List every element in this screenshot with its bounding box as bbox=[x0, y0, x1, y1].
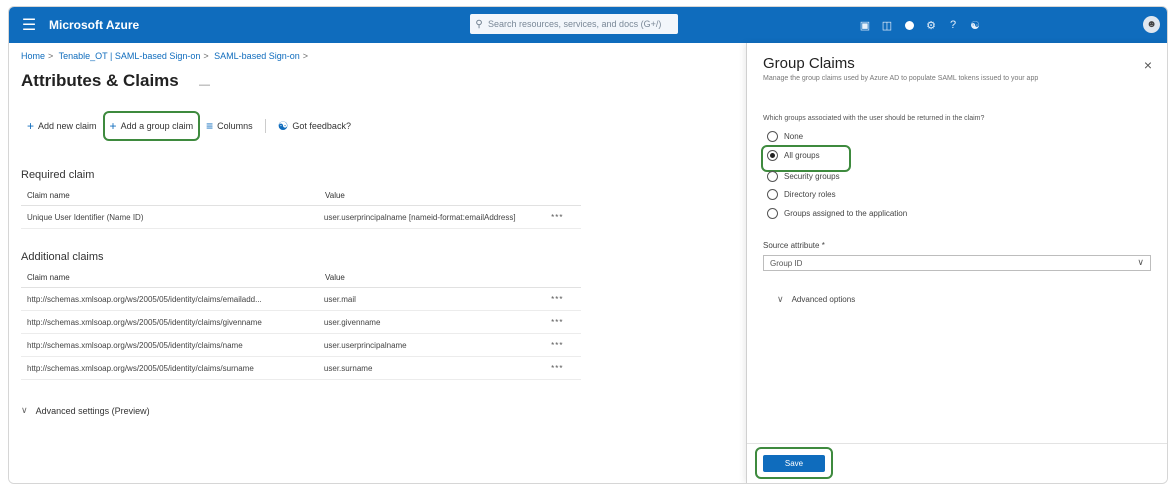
top-icon-group: ▣ ◫ ⚙ ? ☯ bbox=[854, 7, 986, 43]
panel-title: Group Claims bbox=[763, 55, 855, 72]
table-row[interactable]: http://schemas.xmlsoap.org/ws/2005/05/id… bbox=[21, 311, 581, 334]
radio-label: Groups assigned to the application bbox=[784, 209, 908, 218]
value-header: Value bbox=[325, 190, 345, 200]
columns-icon: ≡ bbox=[206, 119, 214, 133]
source-attribute-label: Source attribute * bbox=[763, 241, 825, 250]
feedback-icon[interactable]: ☯ bbox=[964, 7, 986, 43]
breadcrumb-sso[interactable]: SAML-based Sign-on bbox=[214, 51, 300, 61]
directory-filter-icon[interactable]: ◫ bbox=[876, 7, 898, 43]
cloud-shell-icon[interactable]: ▣ bbox=[854, 7, 876, 43]
claim-name-header: Claim name bbox=[27, 272, 70, 282]
row-more-icon[interactable]: *** bbox=[551, 341, 581, 350]
add-group-claim-label: Add a group claim bbox=[120, 121, 194, 131]
table-header: Claim name Value bbox=[21, 185, 581, 206]
screenshot-frame: ☰ Microsoft Azure ⚲ Search resources, se… bbox=[8, 6, 1168, 484]
breadcrumb-home[interactable]: Home bbox=[21, 51, 45, 61]
value-header: Value bbox=[325, 272, 345, 282]
claim-value-cell: user.givenname bbox=[323, 317, 381, 327]
add-group-claim-button[interactable]: + Add a group claim bbox=[102, 111, 201, 141]
feedback-button[interactable]: ☯ Got feedback? bbox=[272, 115, 357, 137]
columns-button[interactable]: ≡ Columns bbox=[200, 115, 259, 137]
chevron-down-icon: ∨ bbox=[1137, 257, 1144, 267]
plus-icon: + bbox=[27, 119, 35, 133]
add-new-claim-button[interactable]: + Add new claim bbox=[21, 115, 103, 137]
row-more-icon[interactable]: *** bbox=[551, 318, 581, 327]
panel-subtitle: Manage the group claims used by Azure AD… bbox=[763, 75, 1039, 82]
claim-name-cell: http://schemas.xmlsoap.org/ws/2005/05/id… bbox=[27, 363, 254, 373]
claim-name-cell: Unique User Identifier (Name ID) bbox=[27, 212, 144, 222]
additional-claims-table: Claim name Value http://schemas.xmlsoap.… bbox=[21, 267, 581, 380]
source-attribute-select[interactable]: Group ID ∨ bbox=[763, 255, 1151, 271]
add-new-claim-label: Add new claim bbox=[38, 121, 97, 131]
search-input[interactable]: ⚲ Search resources, services, and docs (… bbox=[470, 14, 678, 34]
search-placeholder: Search resources, services, and docs (G+… bbox=[488, 19, 662, 29]
command-bar: + Add new claim + Add a group claim ≡ Co… bbox=[21, 111, 357, 141]
radio-security-groups[interactable]: Security groups bbox=[767, 171, 840, 182]
table-row[interactable]: http://schemas.xmlsoap.org/ws/2005/05/id… bbox=[21, 357, 581, 380]
settings-icon[interactable]: ⚙ bbox=[920, 7, 942, 43]
claim-name-cell: http://schemas.xmlsoap.org/ws/2005/05/id… bbox=[27, 294, 262, 304]
row-more-icon[interactable]: *** bbox=[551, 213, 581, 222]
radio-none[interactable]: None bbox=[767, 131, 803, 142]
brand-name[interactable]: Microsoft Azure bbox=[49, 18, 289, 32]
table-header: Claim name Value bbox=[21, 267, 581, 288]
plus-icon: + bbox=[109, 119, 117, 133]
radio-all-groups[interactable]: All groups bbox=[767, 150, 820, 161]
claim-name-header: Claim name bbox=[27, 190, 70, 200]
account-name[interactable] bbox=[1029, 16, 1137, 34]
radio-directory-roles[interactable]: Directory roles bbox=[767, 189, 836, 200]
required-claim-heading: Required claim bbox=[21, 169, 95, 181]
more-options-icon[interactable]: — bbox=[199, 79, 210, 91]
advanced-settings-toggle[interactable]: ∨ Advanced settings (Preview) bbox=[21, 405, 150, 416]
additional-claims-heading: Additional claims bbox=[21, 251, 104, 263]
radio-circle[interactable] bbox=[767, 189, 778, 200]
hamburger-menu-icon[interactable]: ☰ bbox=[9, 7, 49, 43]
panel-footer-divider bbox=[747, 443, 1167, 444]
toolbar-divider bbox=[264, 119, 266, 133]
advanced-options-label: Advanced options bbox=[791, 295, 856, 304]
advanced-options-toggle[interactable]: ∨ Advanced options bbox=[777, 294, 855, 305]
required-claim-table: Claim name Value Unique User Identifier … bbox=[21, 185, 581, 229]
radio-circle[interactable] bbox=[767, 150, 778, 161]
claim-name-cell: http://schemas.xmlsoap.org/ws/2005/05/id… bbox=[27, 317, 262, 327]
radio-label: Directory roles bbox=[784, 190, 836, 199]
table-row[interactable]: Unique User Identifier (Name ID) user.us… bbox=[21, 206, 581, 229]
search-icon: ⚲ bbox=[475, 18, 483, 30]
claim-value-cell: user.userprincipalname [nameid-format:em… bbox=[323, 212, 516, 222]
row-more-icon[interactable]: *** bbox=[551, 295, 581, 304]
radio-label: None bbox=[784, 132, 804, 141]
chevron-down-icon: ∨ bbox=[21, 405, 28, 415]
top-bar: ☰ Microsoft Azure ⚲ Search resources, se… bbox=[9, 7, 1167, 43]
radio-label: All groups bbox=[784, 151, 820, 160]
advanced-settings-label: Advanced settings (Preview) bbox=[35, 405, 150, 416]
chevron-down-icon: ∨ bbox=[777, 294, 784, 304]
source-attribute-value: Group ID bbox=[770, 258, 803, 268]
radio-circle[interactable] bbox=[767, 208, 778, 219]
save-button[interactable]: Save bbox=[763, 455, 825, 472]
claim-value-cell: user.mail bbox=[323, 294, 356, 304]
user-avatar[interactable]: ☻ bbox=[1143, 16, 1160, 33]
page-title: Attributes & Claims bbox=[21, 71, 179, 90]
columns-label: Columns bbox=[217, 121, 253, 131]
group-claims-panel: Group Claims Manage the group claims use… bbox=[746, 43, 1167, 483]
groups-question: Which groups associated with the user sh… bbox=[763, 115, 985, 122]
radio-label: Security groups bbox=[784, 172, 840, 181]
radio-groups-assigned[interactable]: Groups assigned to the application bbox=[767, 208, 907, 219]
feedback-label: Got feedback? bbox=[292, 121, 351, 131]
close-icon[interactable]: × bbox=[1144, 57, 1152, 73]
feedback-icon: ☯ bbox=[277, 119, 289, 133]
table-row[interactable]: http://schemas.xmlsoap.org/ws/2005/05/id… bbox=[21, 334, 581, 357]
attributes-claims-page: Home > Tenable_OT | SAML-based Sign-on > S… bbox=[9, 43, 746, 483]
breadcrumb-app[interactable]: Tenable_OT | SAML-based Sign-on bbox=[59, 51, 201, 61]
radio-circle[interactable] bbox=[767, 131, 778, 142]
row-more-icon[interactable]: *** bbox=[551, 364, 581, 373]
claim-value-cell: user.surname bbox=[323, 363, 373, 373]
notifications-icon[interactable] bbox=[898, 7, 920, 43]
help-icon[interactable]: ? bbox=[942, 7, 964, 43]
claim-name-cell: http://schemas.xmlsoap.org/ws/2005/05/id… bbox=[27, 340, 243, 350]
radio-circle[interactable] bbox=[767, 171, 778, 182]
table-row[interactable]: http://schemas.xmlsoap.org/ws/2005/05/id… bbox=[21, 288, 581, 311]
claim-value-cell: user.userprincipalname bbox=[323, 340, 407, 350]
breadcrumb: Home > Tenable_OT | SAML-based Sign-on > S… bbox=[21, 51, 308, 61]
